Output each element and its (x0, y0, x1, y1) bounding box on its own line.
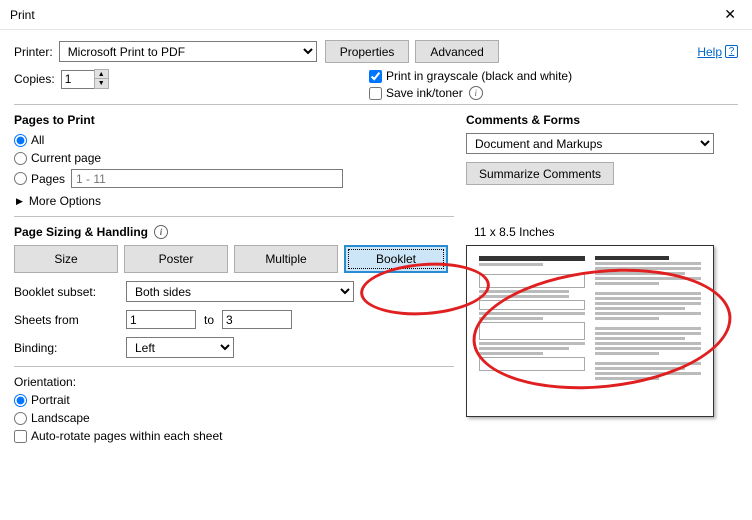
copies-label: Copies: (14, 72, 55, 86)
auto-rotate-checkbox[interactable] (14, 430, 27, 443)
sheets-from-label: Sheets from (14, 313, 126, 327)
printer-select[interactable]: Microsoft Print to PDF (59, 41, 317, 62)
summarize-comments-button[interactable]: Summarize Comments (466, 162, 614, 185)
multiple-button[interactable]: Multiple (234, 245, 338, 273)
comments-select[interactable]: Document and Markups (466, 133, 714, 154)
more-options-toggle[interactable]: ▶ More Options (16, 194, 454, 208)
saveink-label: Save ink/toner (386, 86, 463, 100)
info-icon[interactable]: i (154, 225, 168, 239)
pages-range-input[interactable] (71, 169, 343, 188)
pages-range-label: Pages (31, 172, 65, 186)
grayscale-label: Print in grayscale (black and white) (386, 69, 572, 83)
poster-button[interactable]: Poster (124, 245, 228, 273)
pages-all-radio[interactable] (14, 134, 27, 147)
preview-dimensions: 11 x 8.5 Inches (474, 225, 738, 239)
printer-label: Printer: (14, 45, 53, 59)
saveink-checkbox[interactable] (369, 87, 382, 100)
properties-button[interactable]: Properties (325, 40, 410, 63)
pages-all-label: All (31, 133, 44, 147)
landscape-radio[interactable] (14, 412, 27, 425)
pages-current-radio[interactable] (14, 152, 27, 165)
booklet-subset-select[interactable]: Both sides (126, 281, 354, 302)
auto-rotate-label: Auto-rotate pages within each sheet (31, 429, 222, 443)
sheets-to-input[interactable] (222, 310, 292, 329)
spinner-up-icon[interactable]: ▲ (94, 69, 109, 79)
pages-to-print-heading: Pages to Print (14, 113, 454, 127)
sheets-to-label: to (204, 313, 214, 327)
portrait-label: Portrait (31, 393, 70, 407)
copies-input[interactable] (61, 70, 95, 89)
pages-range-radio[interactable] (14, 172, 27, 185)
spinner-down-icon[interactable]: ▼ (94, 79, 109, 89)
info-icon[interactable]: i (469, 86, 483, 100)
size-button[interactable]: Size (14, 245, 118, 273)
grayscale-checkbox[interactable] (369, 70, 382, 83)
comments-heading: Comments & Forms (466, 113, 738, 127)
sheets-from-input[interactable] (126, 310, 196, 329)
binding-select[interactable]: Left (126, 337, 234, 358)
copies-spinner[interactable]: ▲ ▼ (94, 69, 109, 89)
close-icon[interactable]: ✕ (718, 4, 742, 25)
window-title: Print (10, 8, 35, 22)
help-link[interactable]: Help ? (697, 45, 738, 59)
binding-label: Binding: (14, 341, 126, 355)
booklet-subset-label: Booklet subset: (14, 285, 126, 299)
advanced-button[interactable]: Advanced (415, 40, 498, 63)
help-icon: ? (725, 45, 738, 58)
landscape-label: Landscape (31, 411, 90, 425)
pages-current-label: Current page (31, 151, 101, 165)
triangle-right-icon: ▶ (16, 196, 23, 207)
sizing-heading: Page Sizing & Handling i (14, 225, 454, 239)
portrait-radio[interactable] (14, 394, 27, 407)
orientation-heading: Orientation: (14, 375, 454, 389)
titlebar: Print ✕ (0, 0, 752, 30)
